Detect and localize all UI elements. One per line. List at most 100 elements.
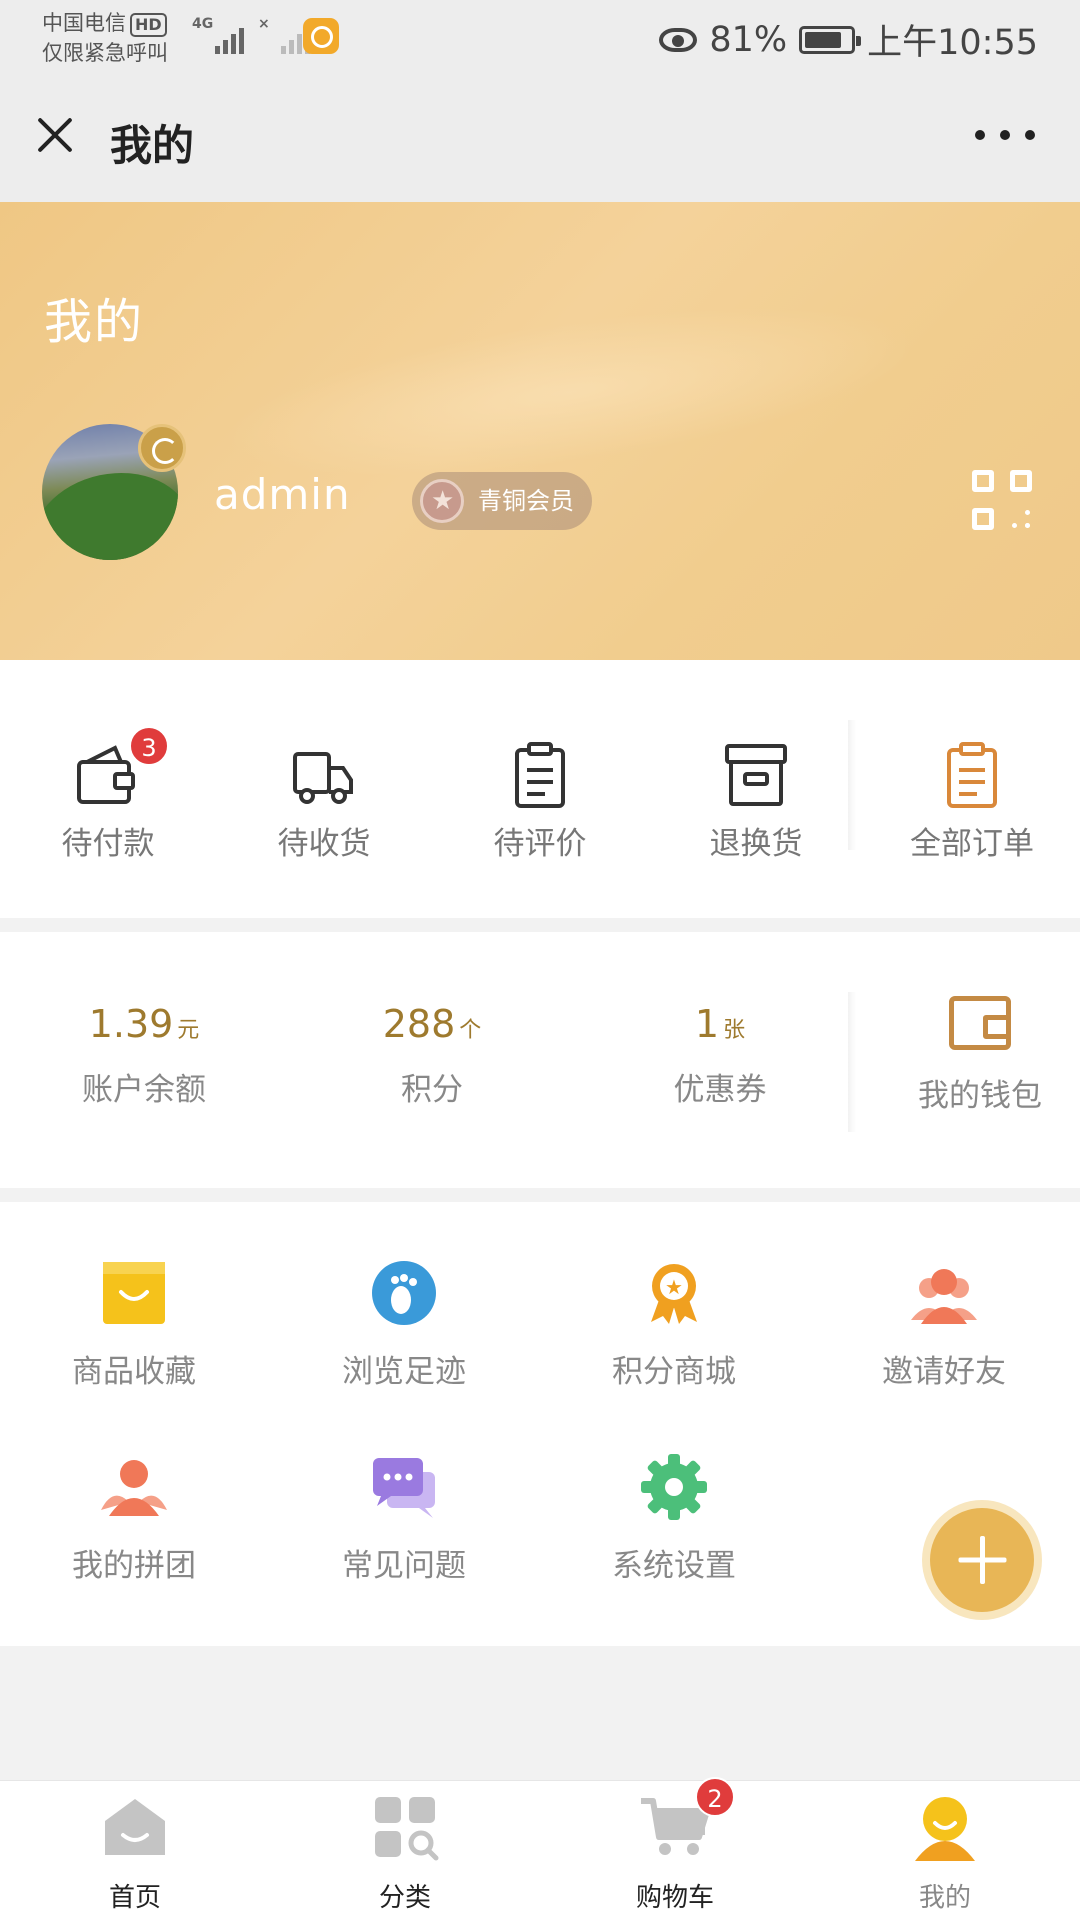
battery-percent: 81% [709, 19, 788, 60]
carrier-name: 中国电信 [42, 11, 126, 35]
tab-label: 分类 [378, 1883, 431, 1913]
signal-indicators: 4G × [192, 16, 310, 56]
app-header: 我的 [0, 82, 1080, 202]
order-label: 待付款 [61, 826, 155, 862]
service-group-buy[interactable]: 我的拼团 [34, 1452, 234, 1585]
service-invite-friends[interactable]: 邀请好友 [844, 1258, 1044, 1391]
clock: 上午10:55 [867, 23, 1038, 63]
signal-strength-icon: 4G [192, 16, 244, 56]
star-icon [420, 479, 464, 523]
favorites-bag-icon [99, 1258, 169, 1328]
app-notification-icon [303, 18, 339, 54]
tab-label: 购物车 [635, 1883, 714, 1913]
battery-level [805, 31, 841, 48]
category-icon [369, 1791, 441, 1863]
tab-profile[interactable]: 我的 [865, 1791, 1025, 1914]
order-item-all-orders[interactable]: 全部订单 [902, 740, 1042, 863]
friends-icon [909, 1258, 979, 1328]
order-label: 待评价 [493, 826, 587, 862]
more-options-button[interactable] [975, 130, 1035, 142]
service-footprints[interactable]: 浏览足迹 [304, 1258, 504, 1391]
my-wallet-link[interactable]: 我的钱包 [900, 996, 1060, 1115]
wallet-icon [949, 996, 1011, 1050]
tab-label: 我的 [918, 1883, 971, 1913]
footprint-icon [369, 1258, 439, 1328]
notification-badge: 3 [129, 726, 169, 766]
service-settings[interactable]: 系统设置 [574, 1452, 774, 1585]
bottom-tab-bar: 首页 分类 2 购物车 我的 [0, 1777, 1080, 1920]
service-label: 积分商城 [612, 1354, 736, 1390]
service-label: 我的拼团 [72, 1548, 196, 1584]
service-label: 系统设置 [612, 1548, 736, 1584]
service-label: 常见问题 [342, 1548, 466, 1584]
service-label: 邀请好友 [882, 1354, 1006, 1390]
order-label: 待收货 [277, 826, 371, 862]
services-grid: 商品收藏 浏览足迹 ★ 积分商城 邀请好友 我的拼团 常见问题 系统设置 [0, 1202, 1080, 1646]
order-item-pending-review[interactable]: 待评价 [470, 740, 610, 863]
qr-code-icon[interactable] [972, 470, 1032, 530]
close-button[interactable] [30, 110, 80, 160]
hd-badge: HD [130, 13, 167, 37]
truck-icon [289, 740, 359, 810]
emergency-text: 仅限紧急呼叫 [42, 41, 168, 65]
service-faq[interactable]: 常见问题 [304, 1452, 504, 1585]
status-right: 81% 上午10:55 [659, 14, 1038, 65]
stat-points[interactable]: 288 个 积分 [312, 1002, 552, 1109]
no-signal-mark: × [258, 16, 270, 32]
divider [848, 720, 856, 850]
member-level-badge[interactable]: 青铜会员 [412, 472, 592, 530]
stat-value: 1.39 [88, 1002, 174, 1046]
group-buy-icon [99, 1452, 169, 1522]
stat-unit: 个 [459, 1018, 482, 1043]
divider [848, 992, 856, 1132]
order-item-returns[interactable]: 退换货 [686, 740, 826, 863]
service-label: 商品收藏 [72, 1354, 196, 1390]
refresh-icon[interactable] [138, 424, 186, 472]
battery-icon [799, 25, 862, 54]
tab-cart[interactable]: 2 购物车 [595, 1777, 755, 1914]
clipboard-icon [505, 740, 575, 810]
member-level-label: 青铜会员 [478, 487, 574, 515]
service-points-mall[interactable]: ★ 积分商城 [574, 1258, 774, 1391]
profile-icon [909, 1791, 981, 1863]
stat-unit: 元 [177, 1018, 200, 1043]
wallet-label: 我的钱包 [918, 1078, 1042, 1114]
page-title: 我的 [110, 121, 195, 170]
cart-count-badge: 2 [695, 1777, 735, 1817]
banner-title: 我的 [44, 294, 145, 350]
order-item-pending-payment[interactable]: 3 待付款 [38, 726, 178, 863]
stat-label: 账户余额 [82, 1072, 206, 1108]
wallet-icon: 3 [73, 726, 169, 810]
tab-label: 首页 [108, 1883, 161, 1913]
archive-box-icon [721, 740, 791, 810]
cart-icon: 2 [639, 1777, 735, 1863]
stat-balance[interactable]: 1.39 元 账户余额 [24, 1002, 264, 1109]
settings-gear-icon [639, 1452, 709, 1522]
profile-banner: 我的 admin 青铜会员 [0, 202, 1080, 660]
service-favorites[interactable]: 商品收藏 [34, 1258, 234, 1391]
stat-label: 优惠券 [673, 1072, 767, 1108]
stat-value: 288 [382, 1002, 456, 1046]
order-item-pending-delivery[interactable]: 待收货 [254, 740, 394, 863]
home-icon [99, 1791, 171, 1863]
carrier-info: 中国电信 HD 仅限紧急呼叫 [42, 8, 168, 68]
order-shortcuts: 3 待付款 待收货 待评价 退换货 全部订单 [0, 660, 1080, 918]
stat-coupons[interactable]: 1张 优惠券 [600, 1002, 840, 1109]
add-fab-button[interactable] [930, 1508, 1034, 1612]
username: admin [214, 470, 351, 519]
service-label: 浏览足迹 [342, 1354, 466, 1390]
eye-comfort-icon [659, 27, 698, 52]
order-label: 全部订单 [910, 826, 1034, 862]
stat-label: 积分 [401, 1072, 463, 1108]
wallet-summary: 1.39 元 账户余额 288 个 积分 1张 优惠券 我的钱包 [0, 932, 1080, 1188]
status-bar: 中国电信 HD 仅限紧急呼叫 4G × 81% 上午10:55 [0, 0, 1080, 82]
tab-category[interactable]: 分类 [325, 1791, 485, 1914]
tab-home[interactable]: 首页 [55, 1791, 215, 1914]
faq-chat-icon [369, 1452, 439, 1522]
stat-value: 1 [694, 1002, 720, 1046]
svg-text:★: ★ [665, 1275, 683, 1299]
order-label: 退换货 [709, 826, 803, 862]
medal-icon: ★ [639, 1258, 709, 1328]
network-type: 4G [192, 16, 214, 32]
stat-unit: 张 [723, 1018, 746, 1043]
